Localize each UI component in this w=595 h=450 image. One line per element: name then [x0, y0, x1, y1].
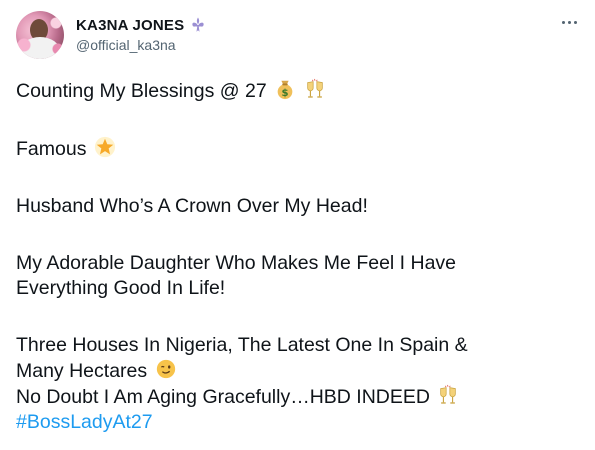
winking-face-icon — [156, 359, 175, 379]
tweet-line: Famous — [16, 136, 581, 162]
more-options-button[interactable] — [557, 12, 581, 32]
display-name[interactable]: KA3NA JONES — [76, 17, 184, 34]
tweet-line: Three Houses In Nigeria, The Latest One … — [16, 334, 468, 356]
tweet-text: Counting My Blessings @ 27 $ Famous Husb… — [16, 78, 581, 435]
tweet-line: No Doubt I Am Aging Gracefully…HBD INDEE… — [16, 384, 581, 410]
svg-text:$: $ — [282, 88, 289, 99]
money-bag-icon: $ — [277, 80, 293, 100]
tweet-line: My Adorable Daughter Who Makes Me Feel I… — [16, 252, 457, 274]
tweet-line: Counting My Blessings @ 27 $ — [16, 78, 581, 104]
glowing-star-icon — [94, 136, 115, 158]
tweet-line-text: No Doubt I Am Aging Gracefully…HBD INDEE… — [16, 386, 430, 408]
avatar[interactable] — [16, 11, 64, 59]
name-row: KA3NA JONES — [76, 15, 207, 35]
more-options-dot — [567, 20, 571, 24]
tweet-line: Many Hectares — [16, 358, 581, 384]
tweet-line: Everything Good In Life! — [16, 277, 226, 299]
more-options-dot — [573, 20, 577, 24]
fleur-de-lis-icon — [192, 17, 204, 32]
tweet-line: Husband Who’s A Crown Over My Head! — [16, 195, 368, 217]
more-options-icon — [561, 20, 565, 24]
clinking-glasses-icon — [440, 384, 457, 404]
tweet-line-text: Famous — [16, 138, 87, 160]
avatar-flowers — [16, 11, 64, 59]
clinking-glasses-icon — [306, 78, 323, 98]
tweet-card: KA3NA JONES @official_ka3na Counting My … — [0, 0, 595, 450]
tweet-line-text: Many Hectares — [16, 360, 148, 382]
tweet-line-text: Counting My Blessings @ 27 — [16, 80, 267, 102]
user-handle[interactable]: @official_ka3na — [76, 37, 176, 53]
hashtag-link[interactable]: #BossLadyAt27 — [16, 410, 581, 435]
